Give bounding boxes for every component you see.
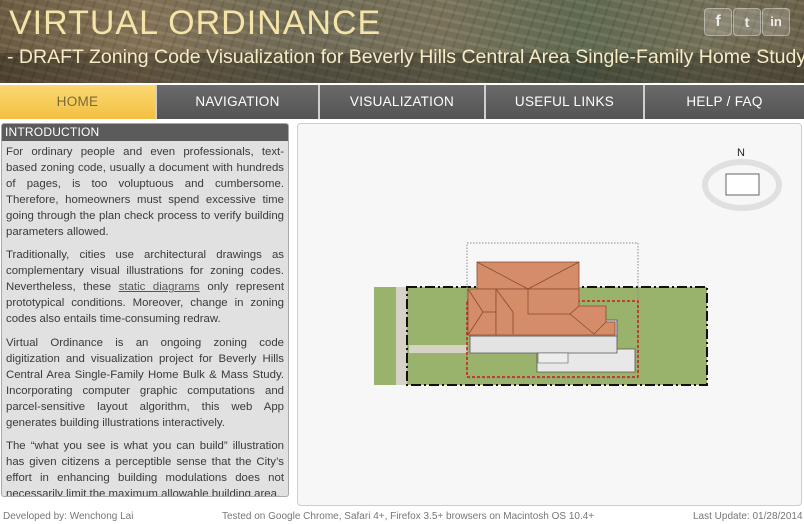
footer-updated: Last Update: 01/28/2014 bbox=[693, 511, 803, 522]
sidewalk bbox=[396, 287, 407, 385]
nav-visualization[interactable]: VISUALIZATION bbox=[320, 85, 486, 119]
linkedin-icon[interactable]: in bbox=[762, 8, 790, 36]
introduction-panel[interactable]: INTRODUCTION For ordinary people and eve… bbox=[1, 123, 289, 497]
main-nav: HOME NAVIGATION VISUALIZATION USEFUL LIN… bbox=[0, 85, 804, 119]
driveway bbox=[409, 345, 467, 353]
introduction-text: For ordinary people and even professiona… bbox=[2, 141, 288, 497]
introduction-heading: INTRODUCTION bbox=[2, 124, 288, 141]
footer: Developed by: Wenchong Lai Tested on Goo… bbox=[0, 508, 804, 524]
header-banner: VIRTUAL ORDINANCE - DRAFT Zoning Code Vi… bbox=[0, 0, 804, 83]
footer-tested: Tested on Google Chrome, Safari 4+, Fire… bbox=[222, 511, 595, 522]
nav-navigation[interactable]: NAVIGATION bbox=[157, 85, 320, 119]
site-plan bbox=[374, 242, 708, 386]
nav-help-faq[interactable]: HELP / FAQ bbox=[645, 85, 804, 119]
intro-paragraph-2: Traditionally, cities use architectural … bbox=[6, 248, 284, 328]
intro-paragraph-1: For ordinary people and even professiona… bbox=[6, 146, 284, 238]
facebook-icon[interactable]: f bbox=[704, 8, 732, 36]
north-label: N bbox=[737, 147, 745, 159]
north-arrow: N bbox=[702, 147, 782, 211]
nav-useful-links[interactable]: USEFUL LINKS bbox=[486, 85, 645, 119]
intro-paragraph-3: Virtual Ordinance is an ongoing zoning c… bbox=[6, 336, 284, 429]
intro-paragraph-4: The “what you see is what you can build”… bbox=[6, 440, 284, 497]
twitter-icon[interactable]: t bbox=[733, 8, 761, 36]
static-diagrams-link[interactable]: static diagrams bbox=[119, 281, 200, 293]
app-title: VIRTUAL ORDINANCE bbox=[9, 4, 382, 42]
app-subtitle: - DRAFT Zoning Code Visualization for Be… bbox=[7, 46, 804, 68]
visualization-panel[interactable]: N bbox=[297, 123, 802, 506]
footer-developer: Developed by: Wenchong Lai bbox=[3, 511, 134, 522]
nav-home[interactable]: HOME bbox=[0, 85, 157, 119]
zoning-visualization[interactable]: N bbox=[298, 124, 801, 505]
front-lawn-strip bbox=[374, 287, 396, 385]
